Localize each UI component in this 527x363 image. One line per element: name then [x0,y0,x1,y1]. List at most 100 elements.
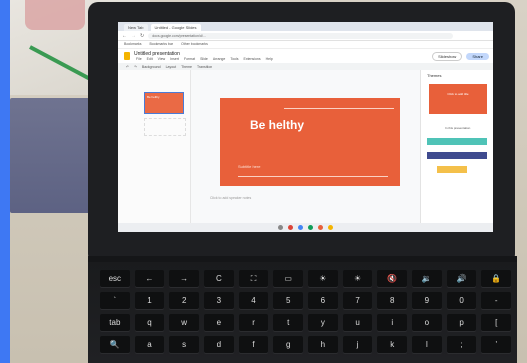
theme-swatch-navy[interactable] [427,152,487,159]
keyboard-key[interactable]: 8 [377,292,408,309]
menu-bar: File Edit View Insert Format Slide Arran… [136,57,273,61]
menu-insert[interactable]: Insert [170,57,179,61]
app-icon[interactable] [328,225,333,230]
back-icon[interactable]: ← [122,33,127,39]
toolbar-layout[interactable]: Layout [166,65,177,69]
browser-tab-active[interactable]: Untitled - Google Slides [150,24,201,31]
slides-workspace: Be helthy Be helthy Subtitle here Click … [118,70,493,232]
menu-slide[interactable]: Slide [200,57,208,61]
keyboard-key[interactable]: l [412,336,442,353]
keyboard-key[interactable]: o [412,314,442,331]
toolbar-transition[interactable]: Transition [197,65,212,69]
os-taskbar [118,223,493,232]
theme-swatch-teal[interactable] [427,138,487,145]
keyboard-key[interactable]: 9 [412,292,442,309]
keyboard-key[interactable]: ; [446,336,477,353]
keyboard-key[interactable]: ← [134,270,165,287]
reload-icon[interactable]: ↻ [140,33,144,39]
bookmark-item[interactable]: Other bookmarks [181,41,208,48]
keyboard-key[interactable]: g [273,336,304,353]
keyboard-key[interactable]: 5 [273,292,304,309]
keyboard-key[interactable]: [ [481,314,512,331]
slide-thumbnail[interactable]: Be helthy [144,92,184,114]
keyboard-key[interactable]: t [273,314,304,331]
theme-swatch-yellow[interactable] [437,166,467,173]
menu-format[interactable]: Format [184,57,195,61]
menu-edit[interactable]: Edit [147,57,153,61]
menu-extensions[interactable]: Extensions [243,57,260,61]
keyboard-key[interactable]: ☀ [308,270,338,287]
chrome-icon[interactable] [288,225,293,230]
keyboard-key[interactable]: 4 [238,292,269,309]
launcher-icon[interactable] [278,225,283,230]
keyboard-key[interactable]: u [342,314,373,331]
keyboard-key[interactable]: - [481,292,512,309]
share-button[interactable]: Share [466,52,489,60]
keyboard-key[interactable]: 🔊 [446,270,477,287]
keyboard-key[interactable]: h [308,336,338,353]
keyboard-key[interactable]: 🔉 [412,270,442,287]
keyboard-key[interactable]: s [169,336,200,353]
keyboard-key[interactable]: tab [100,314,130,331]
toolbar-background[interactable]: Background [142,65,161,69]
menu-arrange[interactable]: Arrange [213,57,225,61]
keyboard-key[interactable]: 1 [134,292,165,309]
keyboard-key[interactable]: 🔒 [481,270,512,287]
slide-title[interactable]: Be helthy [250,118,304,132]
left-blue-border [0,0,10,363]
app-icon[interactable] [318,225,323,230]
menu-view[interactable]: View [158,57,166,61]
files-icon[interactable] [298,225,303,230]
keyboard-key[interactable]: r [238,314,269,331]
keyboard-key[interactable]: esc [100,270,130,287]
keyboard-key[interactable]: ' [481,336,512,353]
keyboard-key[interactable]: 6 [308,292,338,309]
keyboard-key[interactable]: 7 [342,292,373,309]
empty-slide-thumbnail[interactable] [144,118,186,136]
menu-help[interactable]: Help [266,57,273,61]
theme-preview[interactable]: Click to add title [429,84,487,114]
bookmark-item[interactable]: Bookmarks [124,41,142,48]
keyboard-key[interactable]: 2 [169,292,200,309]
main-slide-canvas[interactable]: Be helthy Subtitle here [220,98,400,186]
keyboard-key[interactable]: y [308,314,338,331]
keyboard-key[interactable]: ⛶ [238,270,269,287]
play-store-icon[interactable] [308,225,313,230]
redo-icon[interactable]: ↷ [134,65,137,69]
browser-tab[interactable]: New Tab [124,24,148,31]
keyboard-key[interactable]: C [204,270,234,287]
forward-icon[interactable]: → [131,33,136,39]
keyboard-key[interactable]: f [238,336,269,353]
keyboard-key[interactable]: ☀ [342,270,373,287]
keyboard-key[interactable]: 🔍 [100,336,130,353]
menu-tools[interactable]: Tools [230,57,238,61]
keyboard-key[interactable]: ▭ [273,270,304,287]
keyboard-key[interactable]: q [134,314,165,331]
slide-subtitle[interactable]: Subtitle here [238,164,260,169]
keyboard-key[interactable]: w [169,314,200,331]
undo-icon[interactable]: ↶ [126,65,129,69]
slides-logo-icon[interactable] [124,52,130,60]
keyboard-key[interactable]: → [169,270,200,287]
menu-file[interactable]: File [136,57,142,61]
thumbnail-title: Be helthy [147,95,160,99]
speaker-notes[interactable]: Click to add speaker notes [210,196,251,200]
keyboard-key[interactable]: 🔇 [377,270,408,287]
number-key-row: ` 1 2 3 4 5 6 7 8 9 0- [100,292,512,309]
keyboard-key[interactable]: e [204,314,234,331]
bookmark-item[interactable]: Bookmarks bar [150,41,174,48]
keyboard-key[interactable]: k [377,336,408,353]
keyboard-key[interactable]: j [342,336,373,353]
slideshow-button[interactable]: Slideshow [432,51,463,61]
keyboard-key[interactable]: a [134,336,165,353]
address-bar[interactable]: docs.google.com/presentation/d/... [148,32,453,39]
keyboard-key[interactable]: 0 [446,292,477,309]
keyboard-key[interactable]: 3 [204,292,234,309]
toolbar-theme[interactable]: Theme [181,65,192,69]
keyboard-key[interactable]: p [446,314,477,331]
slide-filmstrip: Be helthy [118,70,191,232]
keyboard-key[interactable]: ` [100,292,130,309]
keyboard-key[interactable]: i [377,314,408,331]
qwerty-key-row: tab q w e r t y u i o p[ [100,314,512,331]
keyboard-key[interactable]: d [204,336,234,353]
